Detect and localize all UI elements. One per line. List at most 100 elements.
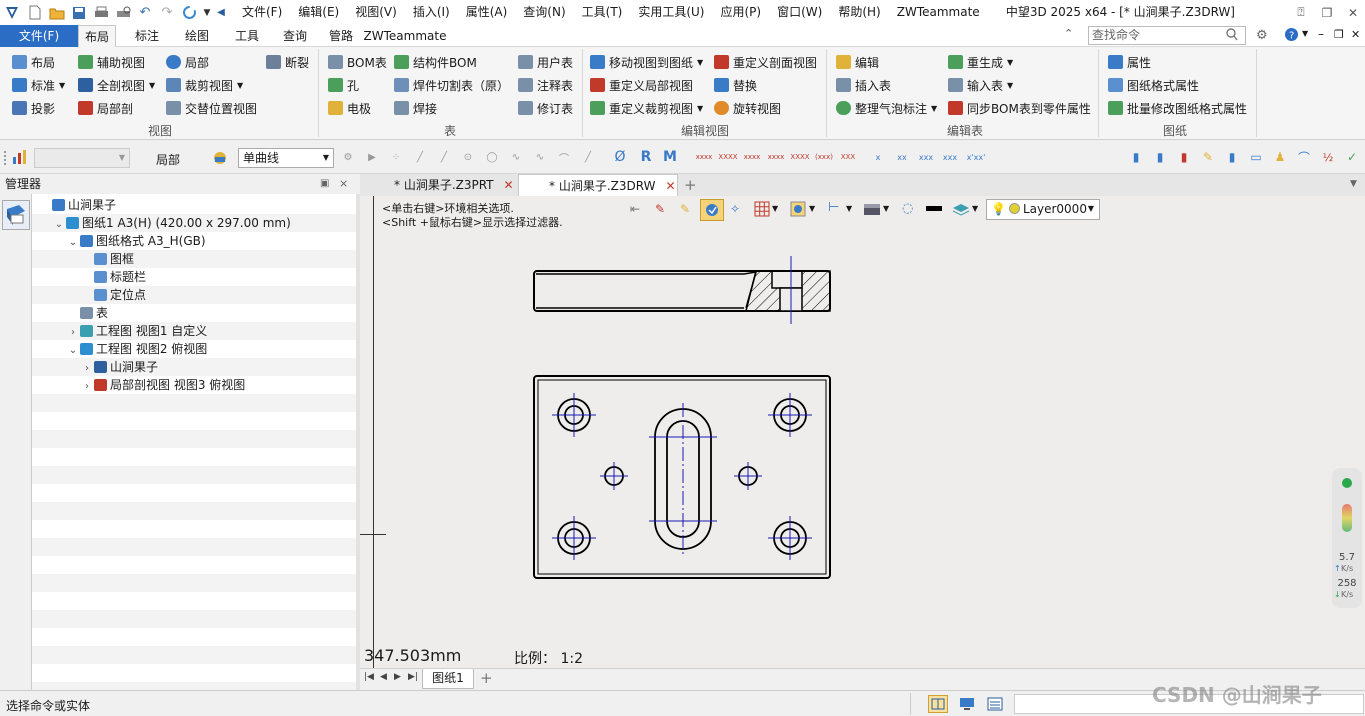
- print-preview-icon[interactable]: [112, 2, 134, 24]
- fmt-a-icon[interactable]: xxxx: [694, 149, 714, 165]
- restore-small-icon[interactable]: ❐: [1314, 0, 1340, 25]
- menu-11[interactable]: ZWTeammate: [889, 0, 988, 25]
- structure-bom-button[interactable]: 结构件BOM: [394, 52, 477, 72]
- fmt-d-icon[interactable]: xxxx: [766, 149, 786, 165]
- filter-combo[interactable]: ▼: [34, 148, 130, 168]
- curve-icon[interactable]: ∿: [532, 149, 548, 165]
- ribbon-tab-3[interactable]: 工具: [228, 25, 266, 47]
- next-sheet-icon[interactable]: ▶: [394, 672, 401, 682]
- quick-access-dropdown-icon[interactable]: ▼: [200, 2, 214, 24]
- properties-button[interactable]: 属性: [1108, 52, 1151, 72]
- tree-node[interactable]: › 局部剖视图 视图3 俯视图: [32, 376, 356, 394]
- add-tab-icon[interactable]: +: [670, 174, 697, 196]
- offset-line-icon[interactable]: ╱: [580, 149, 596, 165]
- sub-a-icon[interactable]: x: [870, 149, 886, 165]
- tree-node[interactable]: 定位点: [32, 286, 356, 304]
- fmt-f-icon[interactable]: (xxx): [814, 149, 834, 165]
- crop-view-button[interactable]: 裁剪视图 ▼: [166, 75, 243, 95]
- ribbon-tab-6[interactable]: ZWTeammate: [360, 25, 450, 47]
- help-dropdown-icon[interactable]: ▼: [1302, 29, 1308, 38]
- network-widget[interactable]: 5.7 ↑ K/s 258 ↓ K/s: [1332, 468, 1362, 608]
- insert-table-button[interactable]: 插入表: [836, 75, 891, 95]
- edit-table-button[interactable]: 编辑: [836, 52, 879, 72]
- play-icon[interactable]: ▶: [364, 149, 380, 165]
- restore-doc-icon[interactable]: ❐: [1334, 28, 1344, 41]
- menu-7[interactable]: 实用工具(U): [630, 0, 712, 25]
- tree-node[interactable]: ⌄ 图纸1 A3(H) (420.00 x 297.00 mm): [32, 214, 356, 232]
- filter-icon[interactable]: [12, 149, 28, 168]
- help-icon[interactable]: ⍰: [1288, 0, 1314, 25]
- manager-close-icon[interactable]: ⨯: [339, 174, 348, 194]
- redefine-crop-view-button[interactable]: 重定义裁剪视图 ▼: [590, 98, 703, 118]
- fmt-c-icon[interactable]: xxxx: [742, 149, 762, 165]
- sub-e-icon[interactable]: x'xx': [966, 149, 986, 165]
- projection-view-button[interactable]: 投影: [12, 98, 55, 118]
- minimize-doc-icon[interactable]: –: [1318, 27, 1324, 41]
- sub-b-icon[interactable]: xx: [894, 149, 910, 165]
- move-view-to-sheet-button[interactable]: 移动视图到图纸 ▼: [590, 52, 703, 72]
- search-icon[interactable]: [1226, 28, 1238, 44]
- manager-tab-icon[interactable]: [2, 200, 30, 230]
- tree-node[interactable]: ⌄ 工程图 视图2 俯视图: [32, 340, 356, 358]
- standard-view-button[interactable]: 标准 ▼: [12, 75, 65, 95]
- arc-icon[interactable]: ⌒: [556, 149, 572, 165]
- view-c-icon[interactable]: ▮: [1176, 149, 1192, 165]
- undo-icon[interactable]: ↶: [134, 2, 156, 24]
- print-icon[interactable]: [90, 2, 112, 24]
- new-file-icon[interactable]: [24, 2, 46, 24]
- tree-node[interactable]: 标题栏: [32, 268, 356, 286]
- gear-sketch-icon[interactable]: ⚙: [340, 149, 356, 165]
- clip-icon[interactable]: ⌒: [1296, 149, 1312, 165]
- redefine-detail-view-button[interactable]: 重定义局部视图: [590, 75, 693, 95]
- replace-button[interactable]: 替换: [714, 75, 757, 95]
- tree-node[interactable]: 表: [32, 304, 356, 322]
- close-icon[interactable]: ✕: [1340, 0, 1365, 25]
- fmt-e-icon[interactable]: XXXX: [790, 149, 810, 165]
- rotate-view-button[interactable]: 旋转视图: [714, 98, 781, 118]
- file-menu-button[interactable]: 文件(F): [0, 25, 78, 47]
- hole-table-button[interactable]: 孔: [328, 75, 359, 95]
- add-sheet-icon[interactable]: +: [480, 669, 493, 687]
- fmt-g-icon[interactable]: XXX: [838, 149, 858, 165]
- arrow-left-icon[interactable]: ◀: [214, 2, 228, 24]
- full-section-view-button[interactable]: 全剖视图 ▼: [78, 75, 155, 95]
- tab-list-icon[interactable]: ▼: [1350, 179, 1357, 189]
- spline-icon[interactable]: ∿: [508, 149, 524, 165]
- batch-modify-format-button[interactable]: 批量修改图纸格式属性: [1108, 98, 1247, 118]
- tree-node[interactable]: 山涧果子: [32, 196, 356, 214]
- half-icon[interactable]: ½: [1320, 149, 1336, 165]
- revision-table-button[interactable]: 修订表: [518, 98, 573, 118]
- bom-table-button[interactable]: BOM表: [328, 52, 387, 72]
- open-folder-icon[interactable]: [46, 2, 68, 24]
- line-icon[interactable]: ╱: [412, 149, 428, 165]
- plan-view[interactable]: [533, 375, 831, 579]
- rect-icon[interactable]: ▭: [1248, 149, 1264, 165]
- line-type-select[interactable]: 单曲线 ▼: [238, 148, 334, 168]
- help-circle-icon[interactable]: ?: [1284, 27, 1299, 45]
- ribbon-tab-0[interactable]: 布局: [78, 25, 116, 47]
- annotation-table-button[interactable]: 注释表: [518, 75, 573, 95]
- sheet-tab-1[interactable]: 图纸1: [422, 669, 474, 689]
- check-icon[interactable]: ✓: [1344, 149, 1360, 165]
- radius-icon[interactable]: R: [638, 149, 654, 165]
- arrange-balloons-button[interactable]: 整理气泡标注 ▼: [836, 98, 937, 118]
- person-icon[interactable]: ♟: [1272, 149, 1288, 165]
- ribbon-tab-5[interactable]: 管路: [322, 25, 360, 47]
- menu-9[interactable]: 窗口(W): [769, 0, 830, 25]
- break-view-button[interactable]: 断裂: [266, 52, 309, 72]
- view-b-icon[interactable]: ▮: [1152, 149, 1168, 165]
- prev-sheet-icon[interactable]: ◀: [380, 672, 387, 682]
- menu-0[interactable]: 文件(F): [234, 0, 290, 25]
- close-doc-icon[interactable]: ✕: [1351, 28, 1360, 41]
- sub-d-icon[interactable]: xxx: [942, 149, 958, 165]
- local-section-button[interactable]: 局部剖: [78, 98, 133, 118]
- line-point-icon[interactable]: ╱: [436, 149, 452, 165]
- last-sheet-icon[interactable]: ▶|: [408, 672, 418, 682]
- circle-icon[interactable]: ◯: [484, 149, 500, 165]
- weld-table-button[interactable]: 焊接: [394, 98, 437, 118]
- menu-2[interactable]: 视图(V): [347, 0, 405, 25]
- layout-button[interactable]: 布局: [12, 52, 55, 72]
- user-table-button[interactable]: 用户表: [518, 52, 573, 72]
- redefine-section-view-button[interactable]: 重定义剖面视图: [714, 52, 817, 72]
- menu-6[interactable]: 工具(T): [574, 0, 631, 25]
